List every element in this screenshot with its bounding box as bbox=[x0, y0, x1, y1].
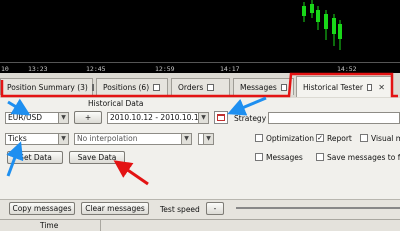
annotation-overlay bbox=[0, 72, 398, 186]
blue-arrow bbox=[6, 141, 24, 177]
blue-arrow bbox=[227, 96, 267, 116]
red-arrow bbox=[113, 160, 149, 186]
blue-arrow bbox=[7, 98, 31, 116]
highlight-outline bbox=[0, 72, 398, 98]
